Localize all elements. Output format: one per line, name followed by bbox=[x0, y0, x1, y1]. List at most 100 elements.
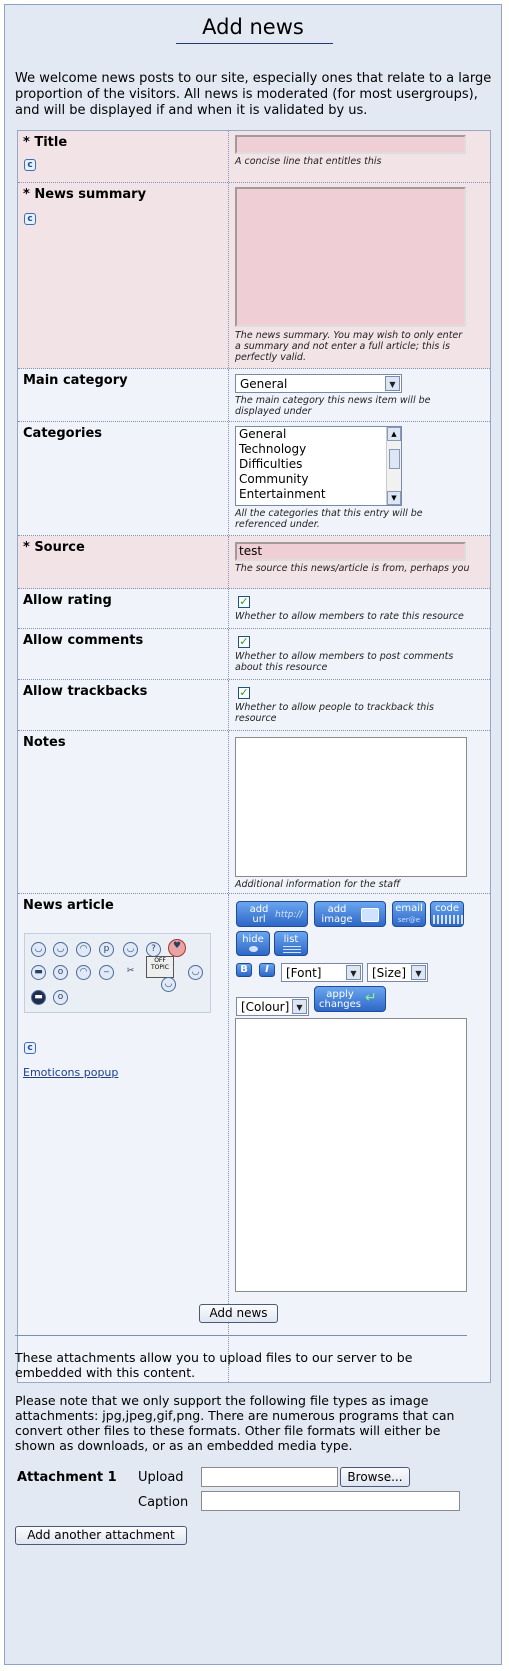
hide-button[interactable]: hide bbox=[236, 931, 270, 956]
list-button[interactable]: list bbox=[274, 931, 308, 956]
allow-comments-hint: Whether to allow members to post comment… bbox=[235, 651, 454, 673]
title-underline bbox=[176, 43, 333, 44]
cool-icon[interactable]: ▬ bbox=[31, 965, 46, 980]
add-url-label: add url bbox=[249, 904, 269, 925]
wink-icon[interactable]: ◡ bbox=[53, 942, 68, 957]
angry-icon[interactable]: ◠ bbox=[76, 965, 91, 980]
smirk-icon[interactable]: ◡ bbox=[188, 965, 203, 980]
font-select-value: [Font] bbox=[286, 966, 322, 980]
upload-label: Upload bbox=[138, 1470, 184, 1485]
font-select[interactable]: [Font] ▼ bbox=[281, 963, 363, 982]
italic-button[interactable]: I bbox=[259, 963, 275, 977]
source-hint: The source this news/article is from, pe… bbox=[235, 563, 470, 574]
scroll-up-icon[interactable]: ▲ bbox=[387, 427, 401, 441]
emoticons-panel: ◡ ◡ ◠ p ◡ ? ♥ ▬ o ◠ ‒ ✂ OFF TOPIC ◡ ◡ ▬ bbox=[24, 933, 211, 1013]
scroll-down-icon[interactable]: ▼ bbox=[387, 491, 401, 505]
notes-hint: Additional information for the staff bbox=[235, 879, 400, 890]
size-select[interactable]: [Size] ▼ bbox=[367, 963, 428, 982]
comcode-icon[interactable]: c bbox=[24, 159, 36, 171]
add-url-button[interactable]: add url http:// bbox=[236, 901, 308, 927]
source-input[interactable]: test bbox=[235, 542, 466, 561]
scared-icon[interactable]: o bbox=[53, 990, 68, 1005]
emoticons-popup-link[interactable]: Emoticons popup bbox=[23, 1066, 118, 1079]
scroll-thumb[interactable] bbox=[389, 449, 400, 469]
off-topic-sign[interactable]: OFF TOPIC bbox=[146, 956, 174, 978]
upload-file-input[interactable] bbox=[201, 1467, 338, 1487]
main-category-hint: The main category this news item will be… bbox=[235, 395, 431, 417]
browse-button[interactable]: Browse... bbox=[340, 1467, 410, 1487]
email-icon: ser@e bbox=[397, 916, 421, 924]
add-another-attachment-button[interactable]: Add another attachment bbox=[15, 1526, 187, 1545]
page-title: Add news bbox=[202, 15, 304, 39]
summary-textarea[interactable] bbox=[235, 187, 466, 327]
title-hint: A concise line that entitles this bbox=[235, 156, 382, 167]
add-news-panel: Add news We welcome news posts to our si… bbox=[4, 4, 502, 1665]
source-row: * Source test The source this news/artic… bbox=[18, 536, 490, 589]
allow-trackbacks-row: Allow trackbacks ✓ Whether to allow peop… bbox=[18, 680, 490, 731]
apply-changes-button[interactable]: apply changes ↵ bbox=[314, 986, 386, 1012]
add-image-button[interactable]: add image bbox=[314, 901, 386, 927]
source-label: * Source bbox=[23, 540, 85, 555]
allow-trackbacks-hint: Whether to allow people to trackback thi… bbox=[235, 702, 434, 724]
news-form: * Title c A concise line that entitles t… bbox=[17, 130, 491, 1383]
allow-trackbacks-label: Allow trackbacks bbox=[23, 684, 148, 699]
title-input[interactable] bbox=[235, 135, 466, 154]
article-editor[interactable] bbox=[235, 1018, 467, 1292]
comcode-icon[interactable]: c bbox=[24, 213, 36, 225]
add-image-label: add image bbox=[321, 904, 353, 925]
code-button[interactable]: code bbox=[430, 901, 464, 927]
categories-label: Categories bbox=[23, 426, 103, 441]
categories-row: Categories General Technology Difficulti… bbox=[18, 422, 490, 536]
ninja-icon[interactable]: ▬ bbox=[31, 990, 46, 1005]
allow-comments-row: Allow comments ✓ Whether to allow member… bbox=[18, 629, 490, 680]
notes-textarea[interactable] bbox=[235, 737, 467, 877]
category-option[interactable]: Technology bbox=[236, 442, 401, 457]
notes-row: Notes Additional information for the sta… bbox=[18, 731, 490, 894]
email-label: email bbox=[395, 903, 423, 914]
shocked-icon[interactable]: o bbox=[53, 965, 68, 980]
chevron-down-icon[interactable]: ▼ bbox=[411, 965, 426, 980]
link-icon: http:// bbox=[275, 910, 303, 920]
title-row: * Title c A concise line that entitles t… bbox=[18, 131, 490, 183]
allow-trackbacks-checkbox[interactable]: ✓ bbox=[238, 687, 250, 699]
neutral-icon[interactable]: ‒ bbox=[99, 965, 114, 980]
code-label: code bbox=[434, 903, 460, 914]
comcode-icon[interactable]: c bbox=[24, 1042, 36, 1054]
category-option[interactable]: Entertainment bbox=[236, 487, 401, 502]
chevron-down-icon[interactable]: ▼ bbox=[385, 376, 400, 391]
scissors-icon[interactable]: ✂ bbox=[123, 965, 138, 980]
allow-rating-hint: Whether to allow members to rate this re… bbox=[235, 611, 464, 622]
list-label: list bbox=[283, 934, 299, 945]
categories-listbox[interactable]: General Technology Difficulties Communit… bbox=[235, 426, 402, 506]
allow-rating-label: Allow rating bbox=[23, 593, 112, 608]
category-option[interactable]: Difficulties bbox=[236, 457, 401, 472]
summary-hint: The news summary. You may wish to only e… bbox=[235, 330, 463, 363]
email-button[interactable]: email ser@e bbox=[392, 901, 426, 927]
code-icon bbox=[433, 915, 463, 924]
add-news-button[interactable]: Add news bbox=[199, 1304, 278, 1323]
main-category-select[interactable]: General ▼ bbox=[235, 374, 402, 393]
chevron-down-icon[interactable]: ▼ bbox=[346, 965, 361, 980]
caption-input[interactable] bbox=[201, 1491, 460, 1511]
list-icon bbox=[283, 946, 301, 953]
allow-comments-label: Allow comments bbox=[23, 633, 144, 648]
confused-icon[interactable]: ? bbox=[146, 942, 161, 957]
attachments-info: These attachments allow you to upload fi… bbox=[15, 1350, 413, 1380]
tongue-icon[interactable]: p bbox=[99, 942, 114, 957]
camera-icon bbox=[361, 908, 379, 922]
chevron-down-icon[interactable]: ▼ bbox=[292, 999, 307, 1014]
categories-scrollbar[interactable]: ▲ ▼ bbox=[386, 427, 401, 505]
category-option[interactable]: General bbox=[236, 427, 401, 442]
smile-icon[interactable]: ◡ bbox=[31, 942, 46, 957]
colour-select[interactable]: [Colour] ▼ bbox=[236, 997, 309, 1016]
sign-holder-icon[interactable]: ◡ bbox=[161, 977, 176, 992]
love-icon[interactable]: ♥ bbox=[168, 939, 186, 957]
title-label: * Title bbox=[23, 135, 68, 150]
category-option[interactable]: Community bbox=[236, 472, 401, 487]
allow-comments-checkbox[interactable]: ✓ bbox=[238, 636, 250, 648]
happy-icon[interactable]: ◡ bbox=[123, 942, 138, 957]
news-article-label: News article bbox=[23, 898, 114, 913]
allow-rating-checkbox[interactable]: ✓ bbox=[238, 596, 250, 608]
bold-button[interactable]: B bbox=[236, 963, 252, 977]
sad-icon[interactable]: ◠ bbox=[76, 942, 91, 957]
